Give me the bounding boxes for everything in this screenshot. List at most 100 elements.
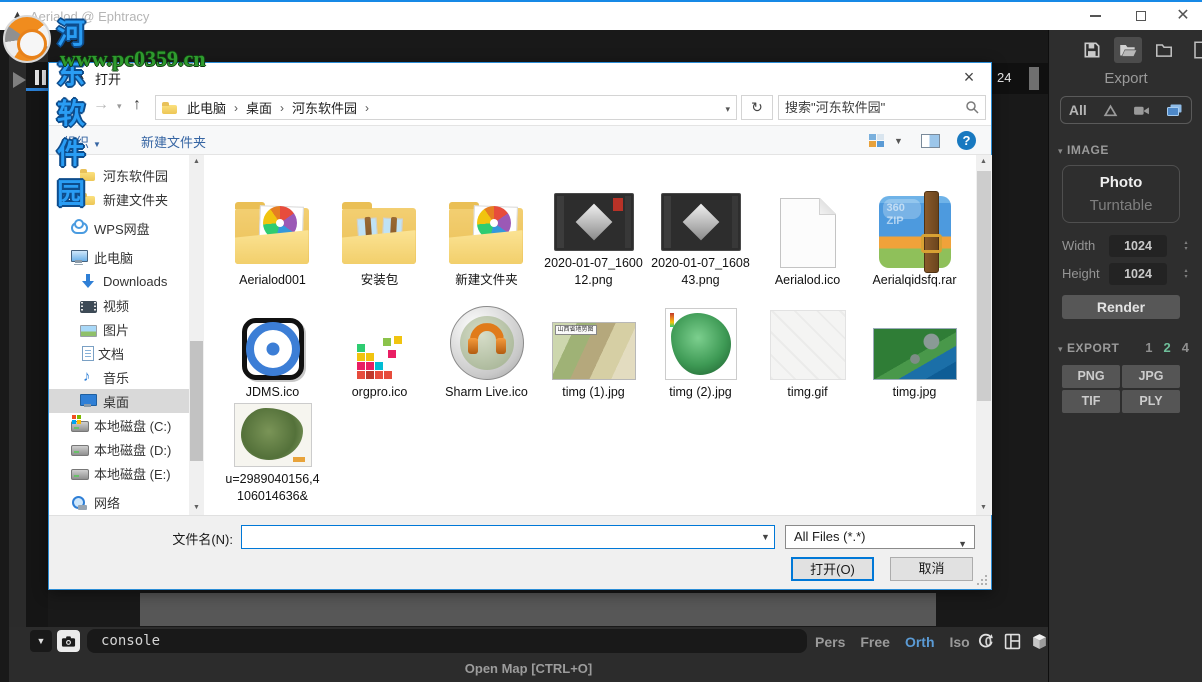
breadcrumb-current-folder[interactable]: 河东软件园 [288, 98, 361, 117]
sidebar-item-hedong[interactable]: 河东软件园 [49, 163, 189, 187]
close-button[interactable]: ✕ [1168, 2, 1198, 30]
up-button[interactable]: ↑ [133, 96, 141, 114]
video-mode-icon[interactable] [1133, 104, 1150, 117]
reset-rotation-icon[interactable] [977, 633, 994, 650]
file-item[interactable]: 山西省地势图 timg (1).jpg [540, 291, 647, 403]
window-titlebar[interactable]: ▲ Aerialod @ Ephtracy ✕ [0, 2, 1202, 30]
split-view-icon[interactable] [1004, 633, 1021, 650]
file-item[interactable]: Aerialod001 [219, 159, 326, 291]
scrollbar-thumb[interactable] [190, 341, 203, 461]
turntable-option[interactable]: Turntable [1063, 197, 1179, 214]
sidebar-item-disk-e[interactable]: 本地磁盘 (E:) [49, 461, 189, 485]
view-iso[interactable]: Iso [950, 634, 970, 650]
file-item[interactable]: 2020-01-07_160012.png [540, 159, 647, 291]
image-mode-icon[interactable] [1166, 103, 1183, 117]
address-bar[interactable]: 此电脑 › 桌面 › 河东软件园 › ▾ [155, 95, 737, 120]
tree-scrollbar[interactable]: ▲ ▼ [189, 155, 204, 515]
cube-icon[interactable] [1031, 633, 1048, 650]
address-dropdown-icon[interactable]: ▾ [725, 104, 730, 115]
export-section-header[interactable]: ▾EXPORT [1058, 341, 1119, 355]
width-stepper[interactable]: ▴▾ [1180, 235, 1192, 257]
open-map-button[interactable] [1114, 37, 1142, 63]
file-item[interactable]: timg.gif [754, 291, 861, 403]
breadcrumb-this-pc[interactable]: 此电脑 [183, 98, 230, 117]
file-item[interactable]: u=2989040156,4106014636& [219, 403, 326, 507]
file-list-scrollbar[interactable]: ▲ ▼ [976, 155, 992, 515]
sidebar-item-pictures[interactable]: 图片 [49, 317, 189, 341]
file-item[interactable]: 2020-01-07_160843.png [647, 159, 754, 291]
new-folder-command[interactable]: 新建文件夹 [141, 132, 206, 151]
open-button[interactable]: 打开(O) [791, 557, 874, 581]
scroll-down-icon[interactable]: ▼ [976, 501, 991, 515]
file-item[interactable]: Sharm Live.ico [433, 291, 540, 403]
refresh-button[interactable]: ↻ [741, 95, 773, 120]
search-icon[interactable] [965, 100, 979, 114]
sidebar-item-music[interactable]: 音乐 [49, 365, 189, 389]
filetype-select[interactable]: All Files (*.*) ▼ [785, 525, 975, 549]
screenshot-button[interactable] [57, 630, 80, 652]
sidebar-item-videos[interactable]: 视频 [49, 293, 189, 317]
scroll-up-icon[interactable]: ▲ [189, 155, 204, 169]
image-section-header[interactable]: ▾IMAGE [1058, 143, 1109, 157]
view-pers[interactable]: Pers [815, 634, 845, 650]
forward-button[interactable]: → [93, 96, 109, 114]
scale-4[interactable]: 4 [1182, 340, 1189, 355]
sidebar-item-network[interactable]: 网络 [49, 490, 189, 514]
export-png-button[interactable]: PNG [1062, 365, 1120, 388]
export-ply-button[interactable]: PLY [1122, 390, 1180, 413]
file-item[interactable]: 新建文件夹 [433, 159, 540, 291]
sidebar-item-wps[interactable]: WPS网盘 [49, 216, 189, 240]
sidebar-item-disk-c[interactable]: 本地磁盘 (C:) [49, 413, 189, 437]
terrain-mode-icon[interactable] [1103, 104, 1118, 117]
back-button[interactable]: ← [63, 96, 79, 114]
file-item[interactable]: timg.jpg [861, 291, 968, 403]
file-item[interactable]: timg (2).jpg [647, 291, 754, 403]
filename-dropdown-icon[interactable]: ▼ [761, 532, 770, 542]
view-free[interactable]: Free [860, 634, 890, 650]
sidebar-item-disk-d[interactable]: 本地磁盘 (D:) [49, 437, 189, 461]
slider-handle[interactable] [1029, 67, 1039, 90]
render-button[interactable]: Render [1062, 295, 1180, 319]
sidebar-item-desktop[interactable]: 桌面 [49, 389, 189, 413]
file-item[interactable]: 安装包 [326, 159, 433, 291]
console-toggle-button[interactable]: ▼ [30, 630, 52, 652]
organize-menu[interactable]: 组织▼ [63, 132, 101, 151]
minimize-button[interactable] [1080, 2, 1110, 30]
file-item[interactable]: 360 ZIP Aerialqidsfq.rar [861, 159, 968, 291]
new-document-button[interactable] [1186, 37, 1202, 63]
export-jpg-button[interactable]: JPG [1122, 365, 1180, 388]
breadcrumb-desktop[interactable]: 桌面 [242, 98, 276, 117]
sidebar-item-documents[interactable]: 文档 [49, 341, 189, 365]
play-icon[interactable] [13, 72, 26, 88]
view-options-dropdown-icon[interactable]: ▼ [894, 136, 903, 146]
help-icon[interactable]: ? [957, 131, 976, 150]
scroll-up-icon[interactable]: ▲ [976, 155, 991, 169]
export-tif-button[interactable]: TIF [1062, 390, 1120, 413]
file-item[interactable]: orgpro.ico [326, 291, 433, 403]
sidebar-item-thispc[interactable]: 此电脑 [49, 245, 189, 269]
dialog-close-button[interactable]: × [957, 65, 981, 89]
cancel-button[interactable]: 取消 [890, 557, 973, 581]
pause-icon[interactable] [33, 70, 49, 88]
file-item[interactable]: Aerialod.ico [754, 159, 861, 291]
sidebar-item-downloads[interactable]: Downloads [49, 269, 189, 293]
photo-option[interactable]: Photo [1063, 174, 1179, 191]
save-button[interactable] [1078, 37, 1106, 63]
preview-pane-icon[interactable] [921, 134, 940, 148]
scrollbar-thumb[interactable] [977, 171, 991, 401]
console-input[interactable] [87, 629, 807, 653]
view-options-icon[interactable] [869, 134, 885, 148]
scale-2[interactable]: 2 [1164, 340, 1171, 355]
maximize-button[interactable] [1126, 2, 1156, 30]
filename-input[interactable] [241, 525, 775, 549]
height-field[interactable]: 1024 [1109, 263, 1167, 285]
width-field[interactable]: 1024 [1109, 235, 1167, 257]
history-chevron-icon[interactable]: ▾ [117, 101, 122, 112]
dialog-titlebar[interactable]: ▲ 打开 × [49, 63, 991, 91]
view-orth[interactable]: Orth [905, 634, 935, 650]
scroll-down-icon[interactable]: ▼ [189, 501, 204, 515]
sidebar-item-newfolder[interactable]: 新建文件夹 [49, 187, 189, 211]
scale-1[interactable]: 1 [1145, 340, 1152, 355]
search-input[interactable] [785, 97, 955, 118]
height-stepper[interactable]: ▴▾ [1180, 263, 1192, 285]
